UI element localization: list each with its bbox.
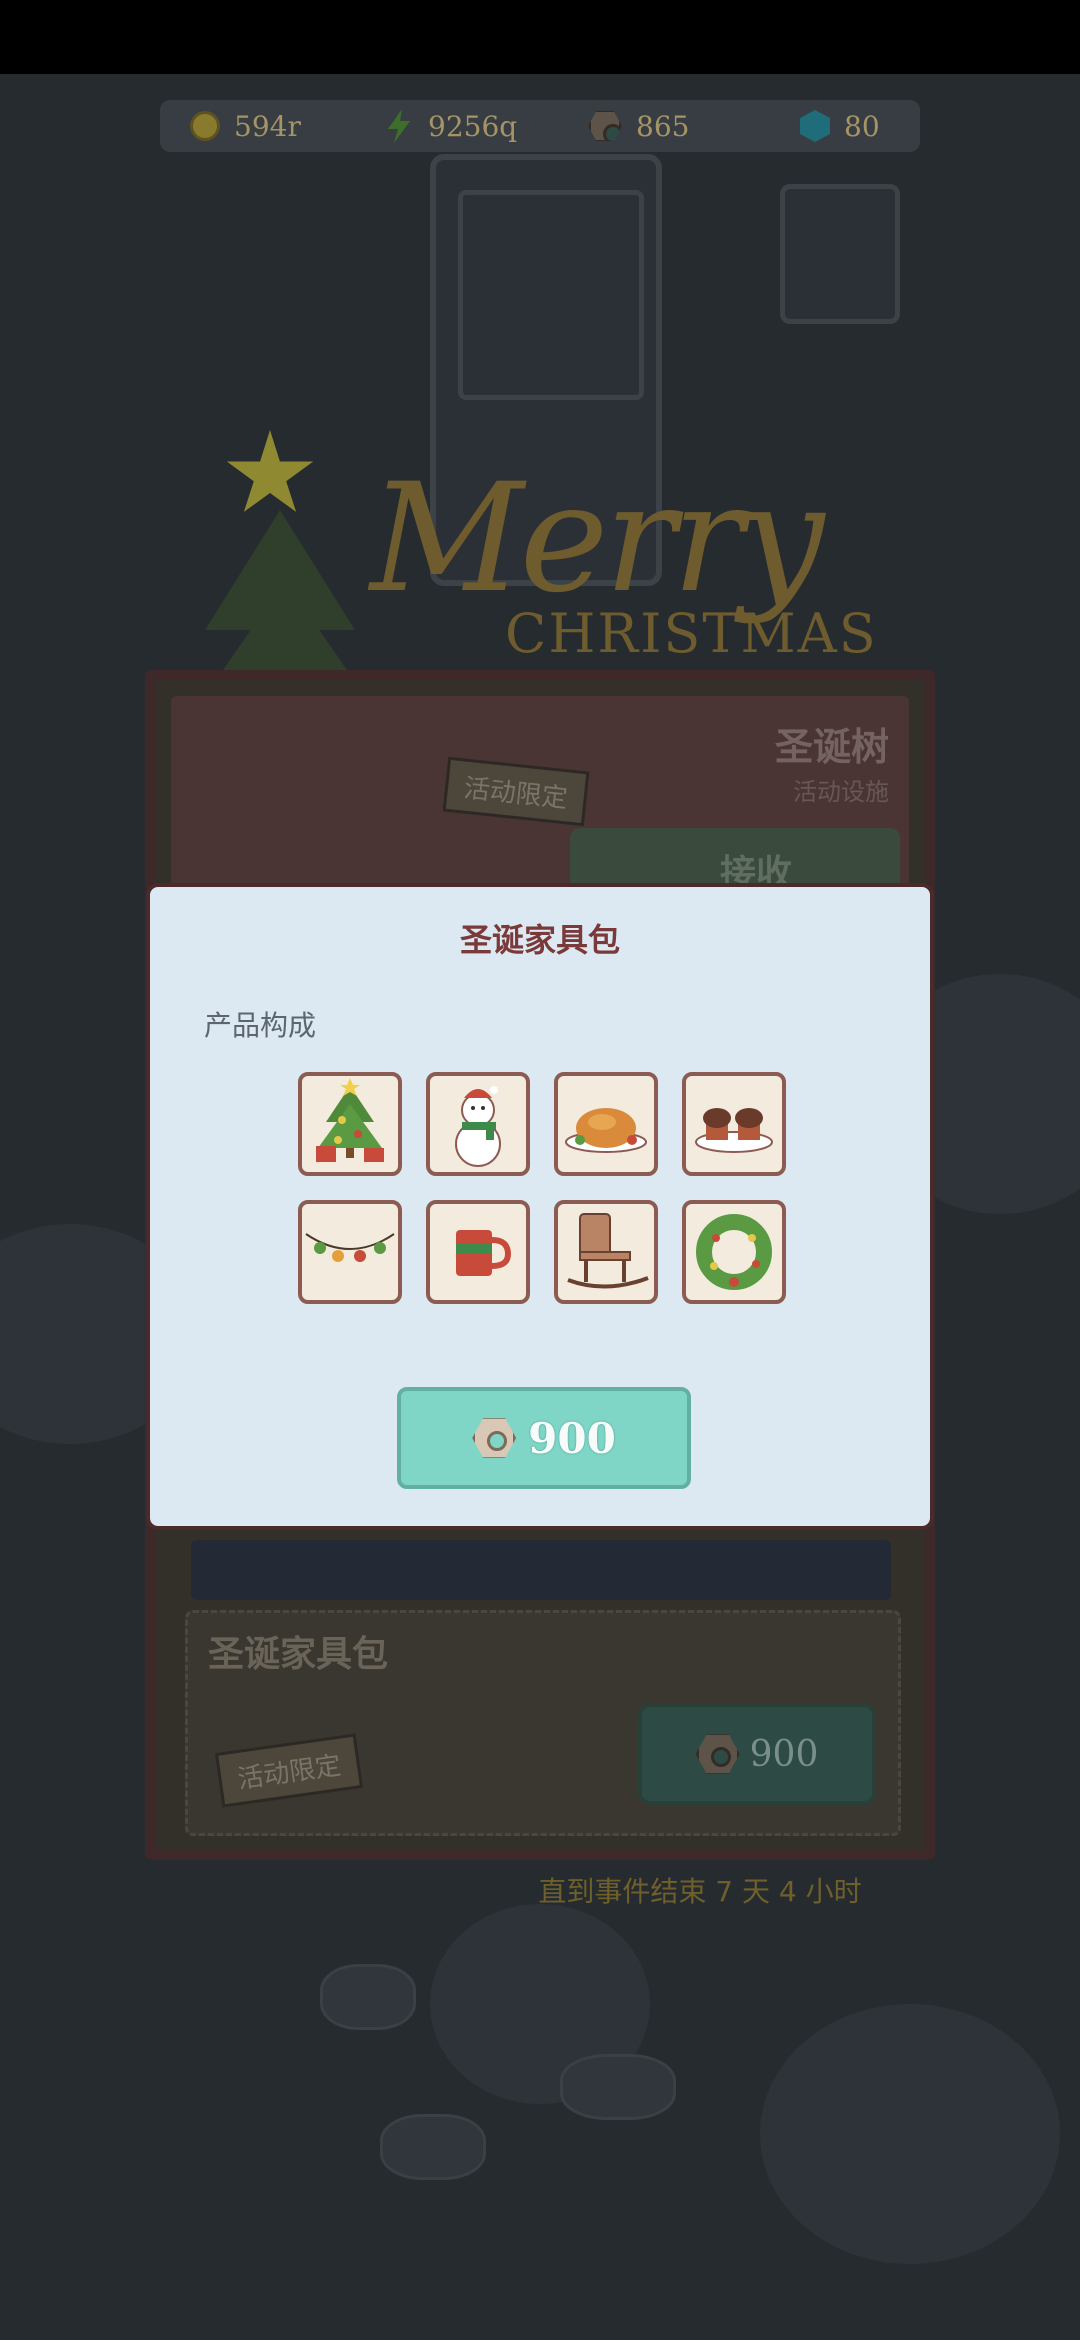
coin-counter: 594r xyxy=(190,100,301,152)
purchase-button[interactable]: 900 xyxy=(397,1387,691,1489)
event-subtitle: 活动设施 xyxy=(793,778,889,806)
product-item[interactable] xyxy=(682,1072,786,1176)
bundle-card[interactable]: 圣诞家具包 活动限定 900 xyxy=(185,1610,901,1836)
energy-value: 9256q xyxy=(428,109,518,143)
wreath-icon xyxy=(696,1214,772,1290)
sleigh-strip xyxy=(191,1540,891,1600)
nut-icon xyxy=(472,1418,517,1458)
gem-icon xyxy=(800,110,830,142)
product-item[interactable] xyxy=(298,1072,402,1176)
nut-counter: 865 xyxy=(588,100,689,152)
star-icon xyxy=(226,430,314,512)
gem-counter: 80 xyxy=(800,100,880,152)
energy-counter: 9256q xyxy=(384,100,517,152)
merry-christmas-banner: Merry CHRISTMAS xyxy=(370,452,876,665)
bundle-buy-button[interactable]: 900 xyxy=(638,1703,876,1805)
purchase-price: 900 xyxy=(528,1413,616,1463)
shop-sign xyxy=(780,184,900,324)
bundle-name: 圣诞家具包 xyxy=(208,1634,389,1675)
product-item[interactable] xyxy=(554,1200,658,1304)
nut-icon xyxy=(588,110,622,142)
lightning-icon xyxy=(388,109,410,143)
status-bar xyxy=(0,0,1080,74)
banner-subtitle: CHRISTMAS xyxy=(505,602,878,665)
snowman-icon xyxy=(455,1086,501,1167)
christmas-tree-icon xyxy=(316,1078,384,1162)
bundle-limited-tag: 活动限定 xyxy=(214,1733,364,1808)
product-grid xyxy=(298,1072,790,1304)
muffins-icon xyxy=(695,1108,773,1153)
nut-icon xyxy=(695,1734,740,1774)
string-lights-icon xyxy=(305,1233,395,1262)
bundle-price: 900 xyxy=(749,1733,819,1775)
roast-turkey-icon xyxy=(565,1108,647,1153)
coin-value: 594r xyxy=(234,109,301,143)
coin-icon xyxy=(190,111,220,141)
product-item[interactable] xyxy=(298,1200,402,1304)
event-countdown: 直到事件结束 7 天 4 小时 xyxy=(538,1875,862,1908)
rocking-chair-icon xyxy=(567,1213,649,1289)
bundle-detail-dialog: 圣诞家具包 产品构成 900 xyxy=(146,883,934,1530)
gem-value: 80 xyxy=(844,109,880,143)
product-item[interactable] xyxy=(554,1072,658,1176)
event-title: 圣诞树 xyxy=(774,725,889,769)
product-item[interactable] xyxy=(682,1200,786,1304)
nut-value: 865 xyxy=(636,109,690,143)
resource-bar: 594r 9256q 865 80 xyxy=(160,100,920,152)
product-item[interactable] xyxy=(426,1200,530,1304)
product-item[interactable] xyxy=(426,1072,530,1176)
product-contents-label: 产品构成 xyxy=(204,1009,317,1042)
banner-script: Merry xyxy=(370,452,825,626)
mug-icon xyxy=(456,1230,512,1276)
dialog-title: 圣诞家具包 xyxy=(459,921,620,959)
